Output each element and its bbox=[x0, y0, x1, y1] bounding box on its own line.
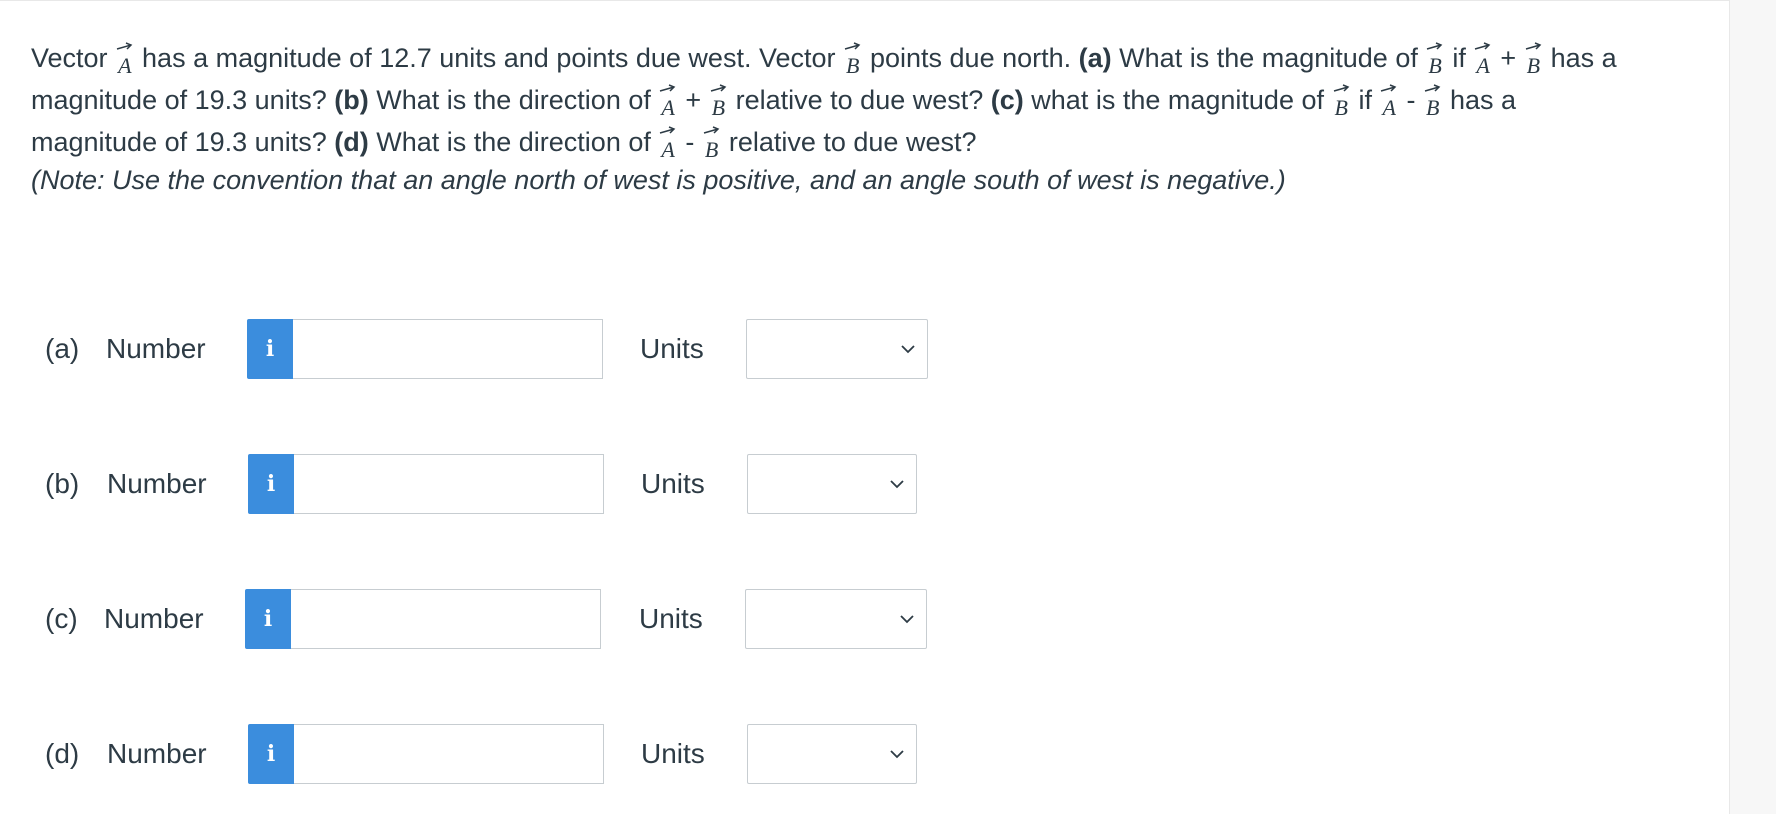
vector-arrow-icon bbox=[1475, 42, 1491, 50]
number-input[interactable] bbox=[294, 454, 604, 514]
number-input[interactable] bbox=[294, 724, 604, 784]
vector-b-symbol: B bbox=[843, 42, 862, 77]
answer-part-label: (d) bbox=[45, 738, 80, 769]
vector-b-symbol: B bbox=[709, 84, 728, 119]
chevron-down-icon bbox=[890, 750, 904, 759]
chevron-down-icon bbox=[900, 615, 914, 624]
units-select[interactable] bbox=[745, 589, 927, 649]
page-gutter bbox=[1730, 0, 1776, 814]
question-text-segment: What is the direction of bbox=[376, 127, 651, 157]
plus-sign: + bbox=[1500, 43, 1517, 73]
question-text-segment: if bbox=[1452, 43, 1466, 73]
vector-arrow-icon bbox=[660, 84, 676, 92]
part-c-label: (c) bbox=[990, 85, 1024, 115]
minus-sign: - bbox=[1406, 85, 1416, 115]
vector-arrow-icon bbox=[1424, 84, 1441, 92]
units-label: Units bbox=[641, 738, 705, 769]
number-label: Number bbox=[107, 468, 207, 499]
vector-b-symbol: B bbox=[1332, 84, 1351, 119]
units-label: Units bbox=[639, 603, 703, 634]
info-icon[interactable]: i bbox=[247, 319, 293, 379]
vector-b-symbol: B bbox=[1524, 42, 1543, 77]
units-select[interactable] bbox=[747, 454, 917, 514]
part-d-label: (d) bbox=[334, 127, 369, 157]
sign-convention-note: (Note: Use the convention that an angle … bbox=[31, 165, 1286, 195]
answer-row-a: (a) Number i Units bbox=[0, 319, 940, 379]
part-a-label: (a) bbox=[1078, 43, 1112, 73]
question-text-segment: Vector bbox=[31, 43, 108, 73]
vector-b-symbol: B bbox=[1423, 84, 1442, 119]
plus-sign: + bbox=[685, 85, 702, 115]
vector-arrow-icon bbox=[1381, 84, 1397, 92]
info-icon[interactable]: i bbox=[245, 589, 291, 649]
question-line-3: magnitude of 19.3 units? (d) What is the… bbox=[31, 121, 1721, 163]
answer-row-b: (b) Number i Units bbox=[0, 454, 940, 514]
question-text-segment: has a bbox=[1449, 85, 1516, 115]
number-label: Number bbox=[106, 333, 206, 364]
question-text-segment: What is the direction of bbox=[376, 85, 651, 115]
info-icon[interactable]: i bbox=[248, 454, 294, 514]
vector-arrow-icon bbox=[1333, 84, 1349, 92]
vector-arrow-icon bbox=[116, 42, 133, 50]
answer-row-d: (d) Number i Units bbox=[0, 724, 940, 784]
question-text-segment: points due north. bbox=[869, 43, 1072, 73]
vector-arrow-icon bbox=[660, 126, 676, 134]
vector-a-symbol: A bbox=[115, 42, 134, 77]
vector-arrow-icon bbox=[703, 126, 720, 134]
minus-sign: - bbox=[685, 127, 695, 157]
question-text-segment: if bbox=[1358, 85, 1372, 115]
question-text-segment: what is the magnitude of bbox=[1031, 85, 1324, 115]
vector-a-symbol: A bbox=[658, 126, 677, 161]
vector-arrow-icon bbox=[1427, 42, 1443, 50]
part-b-label: (b) bbox=[334, 85, 369, 115]
answer-row-c: (c) Number i Units bbox=[0, 589, 940, 649]
vector-b-symbol: B bbox=[1425, 42, 1444, 77]
question-line-2: magnitude of 19.3 units? (b) What is the… bbox=[31, 79, 1721, 121]
vector-a-symbol: A bbox=[1379, 84, 1398, 119]
units-label: Units bbox=[641, 468, 705, 499]
units-select[interactable] bbox=[747, 724, 917, 784]
question-text-segment: relative to due west? bbox=[735, 85, 984, 115]
vector-a-symbol: A bbox=[658, 84, 677, 119]
number-input[interactable] bbox=[293, 319, 603, 379]
number-input[interactable] bbox=[291, 589, 601, 649]
vector-a-symbol: A bbox=[1473, 42, 1492, 77]
chevron-down-icon bbox=[890, 480, 904, 489]
units-label: Units bbox=[640, 333, 704, 364]
question-text: Vector A has a magnitude of 12.7 units a… bbox=[31, 37, 1721, 163]
number-label: Number bbox=[107, 738, 207, 769]
question-text-segment: magnitude of 19.3 units? bbox=[31, 127, 327, 157]
vector-b-symbol: B bbox=[702, 126, 721, 161]
answer-part-label: (b) bbox=[45, 468, 80, 499]
vector-arrow-icon bbox=[844, 42, 861, 50]
question-text-segment: What is the magnitude of bbox=[1119, 43, 1418, 73]
vector-arrow-icon bbox=[1525, 42, 1541, 50]
question-line-1: Vector A has a magnitude of 12.7 units a… bbox=[31, 37, 1721, 79]
answer-part-label: (a) bbox=[45, 333, 80, 364]
question-text-segment: has a bbox=[1550, 43, 1617, 73]
question-panel: Vector A has a magnitude of 12.7 units a… bbox=[0, 0, 1730, 814]
number-label: Number bbox=[104, 603, 204, 634]
chevron-down-icon bbox=[901, 345, 915, 354]
question-text-segment: magnitude of 19.3 units? bbox=[31, 85, 327, 115]
units-select[interactable] bbox=[746, 319, 928, 379]
answer-part-label: (c) bbox=[45, 603, 78, 634]
question-text-segment: has a magnitude of 12.7 units and points… bbox=[142, 43, 836, 73]
question-text-segment: relative to due west? bbox=[728, 127, 977, 157]
vector-arrow-icon bbox=[710, 84, 726, 92]
info-icon[interactable]: i bbox=[248, 724, 294, 784]
